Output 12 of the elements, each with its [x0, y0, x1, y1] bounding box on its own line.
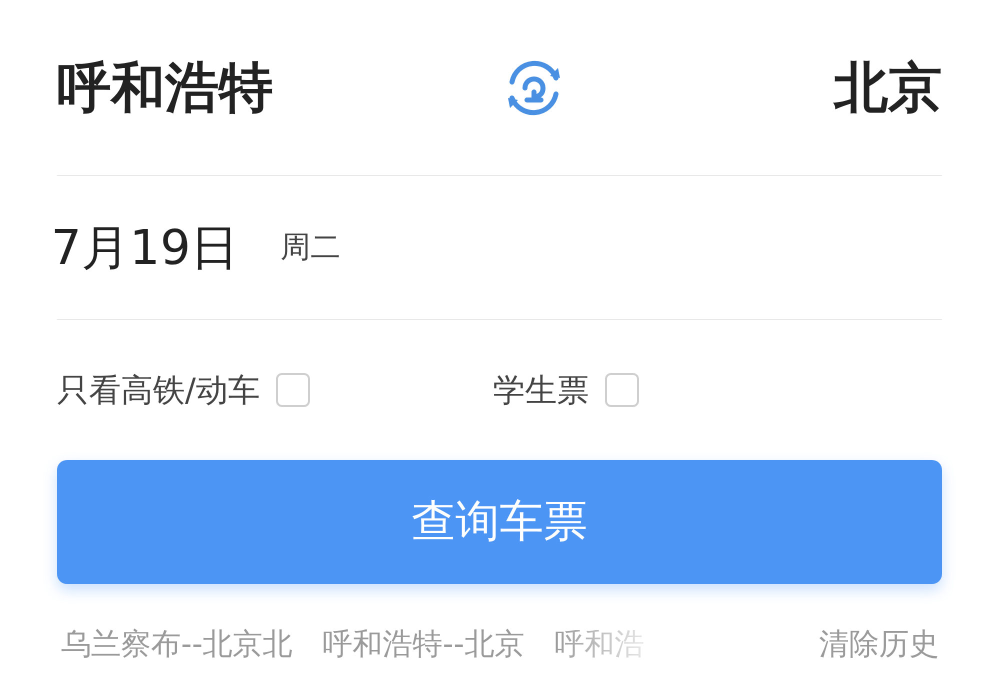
travel-date[interactable]: 7月19日: [51, 224, 239, 272]
option-label: 学生票: [493, 374, 589, 406]
history-route[interactable]: 呼和浩特--北京: [322, 630, 524, 660]
arrival-station[interactable]: 北京: [834, 60, 942, 114]
weekday: 周二: [280, 232, 341, 262]
option-label: 只看高铁/动车: [57, 374, 260, 406]
clear-history-link[interactable]: 清除历史: [819, 630, 999, 660]
checkbox[interactable]: [605, 373, 639, 407]
departure-station[interactable]: 呼和浩特: [57, 60, 273, 114]
history-route[interactable]: 乌兰察布--北京北: [61, 630, 293, 660]
search-tickets-button[interactable]: 查询车票: [57, 460, 942, 584]
checkbox[interactable]: [276, 373, 310, 407]
